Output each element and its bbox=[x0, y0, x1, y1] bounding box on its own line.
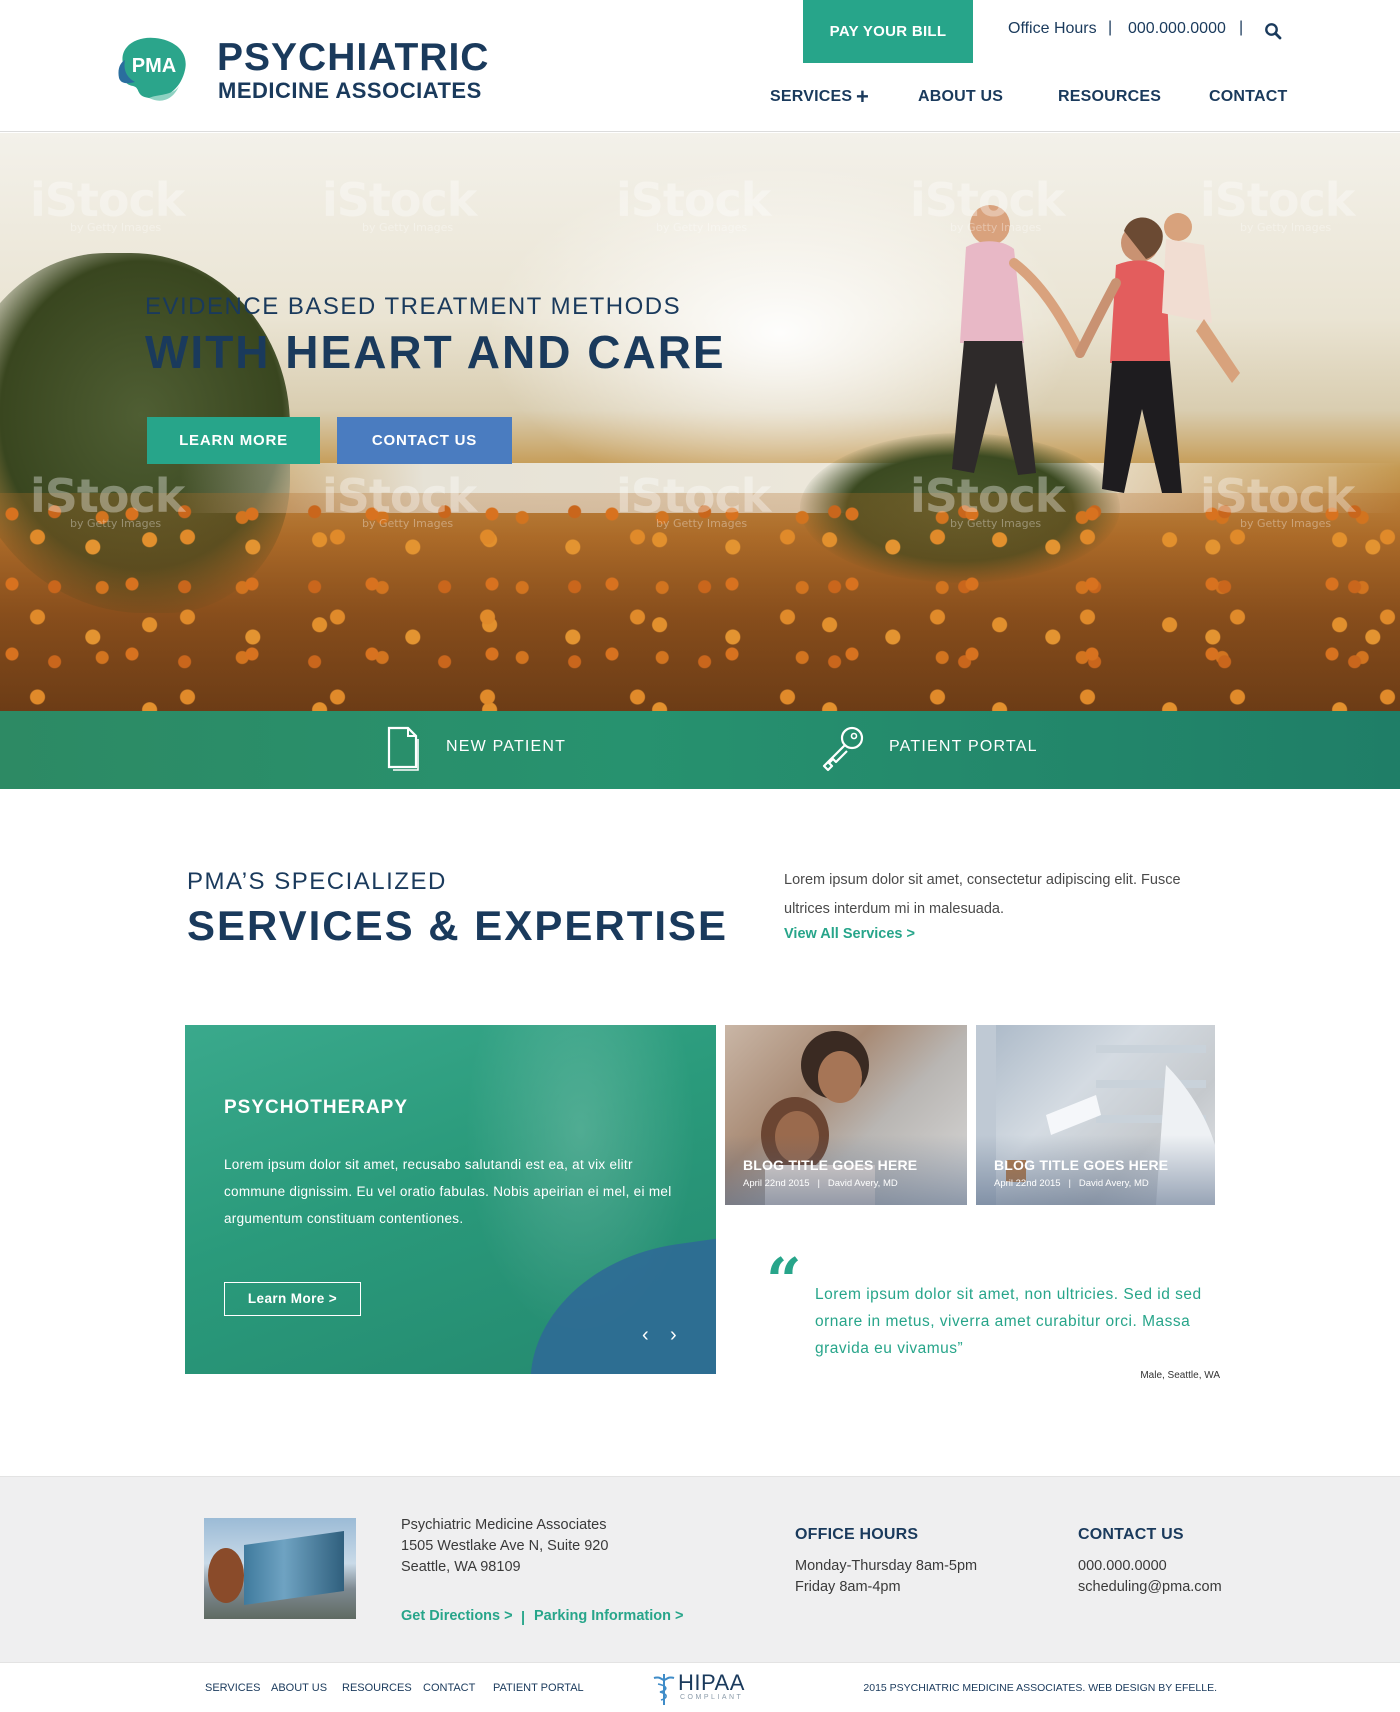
search-icon[interactable] bbox=[1264, 22, 1282, 40]
stock-watermark: iStock by Getty Images bbox=[616, 173, 771, 234]
blog-card[interactable]: BLOG TITLE GOES HERE April 22nd 2015 | D… bbox=[725, 1025, 967, 1205]
footer-nav-services[interactable]: SERVICES bbox=[205, 1682, 260, 1694]
stock-watermark: iStock by Getty Images bbox=[616, 469, 771, 530]
contact-us-button[interactable]: CONTACT US bbox=[337, 417, 512, 464]
blog-card[interactable]: BLOG TITLE GOES HERE April 22nd 2015 | D… bbox=[976, 1025, 1215, 1205]
services-expand-icon[interactable]: + bbox=[856, 86, 869, 108]
stock-watermark: iStock by Getty Images bbox=[910, 173, 1065, 234]
tree-shape bbox=[208, 1548, 244, 1603]
stock-watermark: iStock by Getty Images bbox=[322, 469, 477, 530]
hero-title: WITH HEART AND CARE bbox=[145, 326, 726, 378]
footer-email[interactable]: scheduling@pma.com bbox=[1078, 1577, 1222, 1598]
hipaa-badge: HIPAA COMPLIANT bbox=[652, 1670, 752, 1706]
parking-information-link[interactable]: Parking Information > bbox=[534, 1608, 683, 1624]
footer-address-street: 1505 Westlake Ave N, Suite 920 bbox=[401, 1538, 609, 1554]
stock-watermark: iStock by Getty Images bbox=[30, 469, 185, 530]
bottom-bar: SERVICES ABOUT US RESOURCES CONTACT PATI… bbox=[0, 1662, 1400, 1712]
footer-nav-patient-portal[interactable]: PATIENT PORTAL bbox=[493, 1682, 584, 1694]
header-separator: | bbox=[1108, 19, 1113, 36]
footer-address-city: Seattle, WA 98109 bbox=[401, 1559, 521, 1575]
logo-mark-icon: PMA bbox=[118, 37, 186, 101]
footer-phone[interactable]: 000.000.0000 bbox=[1078, 1556, 1167, 1577]
stock-watermark: iStock by Getty Images bbox=[30, 173, 185, 234]
footer-address-name: Psychiatric Medicine Associates bbox=[401, 1517, 607, 1533]
carousel-next-icon[interactable]: › bbox=[670, 1325, 677, 1345]
stock-watermark: iStock by Getty Images bbox=[1200, 173, 1355, 234]
get-directions-link[interactable]: Get Directions > bbox=[401, 1608, 513, 1624]
office-hours-line-2: Friday 8am-4pm bbox=[795, 1579, 901, 1595]
header-separator: | bbox=[1239, 19, 1244, 36]
blog-title: BLOG TITLE GOES HERE bbox=[994, 1157, 1169, 1173]
testimonial-text: Lorem ipsum dolor sit amet, non ultricie… bbox=[815, 1286, 1202, 1357]
caduceus-icon bbox=[653, 1674, 675, 1705]
learn-more-button[interactable]: LEARN MORE bbox=[147, 417, 320, 464]
pay-bill-button[interactable]: PAY YOUR BILL bbox=[803, 0, 973, 63]
stock-watermark: iStock by Getty Images bbox=[322, 173, 477, 234]
new-patient-label: NEW PATIENT bbox=[446, 738, 567, 755]
office-hours-link[interactable]: Office Hours bbox=[1008, 20, 1097, 38]
copyright-text: 2015 PSYCHIATRIC MEDICINE ASSOCIATES. WE… bbox=[863, 1682, 1217, 1694]
feature-title: PSYCHOTHERAPY bbox=[224, 1097, 409, 1118]
carousel-prev-icon[interactable]: ‹ bbox=[642, 1325, 649, 1345]
office-building-image bbox=[204, 1518, 356, 1619]
building-shape bbox=[244, 1530, 344, 1606]
feature-text: Lorem ipsum dolor sit amet, recusabo sal… bbox=[224, 1157, 672, 1226]
quote-icon: “ bbox=[766, 1244, 802, 1317]
hipaa-sub-label: COMPLIANT bbox=[680, 1694, 744, 1701]
office-hours-line-1: Monday-Thursday 8am-5pm bbox=[795, 1558, 978, 1574]
footer-link-separator: | bbox=[521, 1610, 526, 1626]
testimonial-author: Male, Seattle, WA bbox=[1140, 1370, 1220, 1381]
nav-resources[interactable]: RESOURCES bbox=[1058, 88, 1161, 106]
hipaa-label: HIPAA bbox=[678, 1670, 745, 1695]
services-title: SERVICES & EXPERTISE bbox=[187, 902, 729, 949]
site-logo[interactable]: PMA PSYCHIATRIC MEDICINE ASSOCIATES bbox=[115, 30, 515, 110]
services-subtitle: PMA’S SPECIALIZED bbox=[187, 868, 447, 895]
new-patient-link[interactable]: NEW PATIENT bbox=[386, 711, 586, 789]
header-phone-link[interactable]: 000.000.0000 bbox=[1128, 20, 1226, 38]
patient-portal-label: PATIENT PORTAL bbox=[889, 738, 1038, 755]
key-icon bbox=[822, 726, 864, 772]
quick-links-bar: NEW PATIENT PATIENT PORTAL bbox=[0, 711, 1400, 789]
contact-us-heading: CONTACT US bbox=[1078, 1526, 1184, 1543]
feature-learn-more-button[interactable]: Learn More > bbox=[224, 1282, 361, 1316]
footer-nav-resources[interactable]: RESOURCES bbox=[342, 1682, 412, 1694]
site-header: PMA PSYCHIATRIC MEDICINE ASSOCIATES PAY … bbox=[0, 0, 1400, 132]
stock-watermark: iStock by Getty Images bbox=[910, 469, 1065, 530]
logo-line-2: MEDICINE ASSOCIATES bbox=[218, 78, 482, 103]
blog-title: BLOG TITLE GOES HERE bbox=[743, 1157, 918, 1173]
psychotherapy-feature-card: PSYCHOTHERAPY Lorem ipsum dolor sit amet… bbox=[185, 1025, 716, 1374]
blog-meta: April 22nd 2015 | David Avery, MD bbox=[994, 1178, 1149, 1189]
nav-contact[interactable]: CONTACT bbox=[1209, 88, 1287, 106]
footer-nav-contact[interactable]: CONTACT bbox=[423, 1682, 475, 1694]
services-description: Lorem ipsum dolor sit amet, consectetur … bbox=[784, 872, 1181, 917]
patient-portal-link[interactable]: PATIENT PORTAL bbox=[820, 711, 1060, 789]
hero-subtitle: EVIDENCE BASED TREATMENT METHODS bbox=[145, 293, 682, 320]
office-hours-heading: OFFICE HOURS bbox=[795, 1526, 919, 1543]
view-all-services-link[interactable]: View All Services > bbox=[784, 926, 915, 942]
nav-services[interactable]: SERVICES bbox=[770, 88, 852, 106]
hero-banner: iStock by Getty Images iStock by Getty Ima… bbox=[0, 133, 1400, 711]
nav-about-us[interactable]: ABOUT US bbox=[918, 88, 1003, 106]
document-icon bbox=[387, 726, 419, 771]
stock-watermark: iStock by Getty Images bbox=[1200, 469, 1355, 530]
blog-meta: April 22nd 2015 | David Avery, MD bbox=[743, 1178, 898, 1189]
logo-line-1: PSYCHIATRIC bbox=[217, 36, 490, 79]
footer-nav-about-us[interactable]: ABOUT US bbox=[271, 1682, 327, 1694]
logo-mark-text: PMA bbox=[132, 55, 176, 77]
